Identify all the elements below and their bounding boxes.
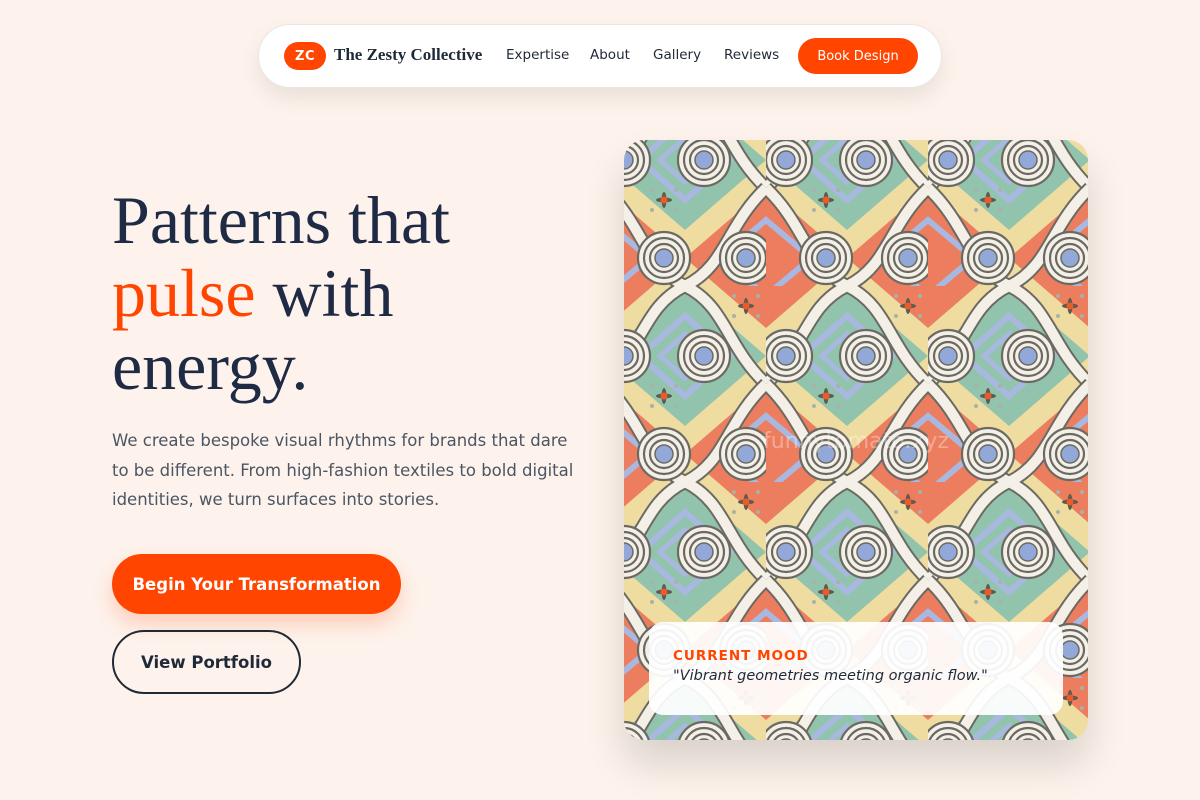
nav-link-gallery[interactable]: Gallery: [653, 47, 701, 63]
headline-line-3: energy.: [112, 328, 309, 404]
headline-accent-word: pulse: [112, 255, 256, 331]
headline-line-1: Patterns that: [112, 182, 451, 258]
nav-link-expertise[interactable]: Expertise: [506, 47, 569, 63]
top-navigation: ZC The Zesty Collective Expertise About …: [258, 24, 942, 88]
hero-description: We create bespoke visual rhythms for bra…: [112, 431, 574, 509]
logo-badge[interactable]: ZC: [284, 42, 326, 70]
current-mood-card: CURRENT MOOD "Vibrant geometries meeting…: [649, 622, 1063, 715]
watermark-text: funnytomato.xyz: [763, 429, 949, 454]
headline-line-2: with: [255, 255, 394, 331]
begin-transformation-button[interactable]: Begin Your Transformation: [112, 554, 401, 614]
mood-quote: "Vibrant geometries meeting organic flow…: [673, 668, 988, 684]
view-portfolio-button[interactable]: View Portfolio: [112, 630, 301, 694]
hero-headline: Patterns that pulse with energy.: [112, 184, 582, 403]
brand-name[interactable]: The Zesty Collective: [334, 45, 482, 65]
mood-label: CURRENT MOOD: [673, 648, 809, 664]
nav-link-about[interactable]: About: [590, 47, 630, 63]
book-design-button[interactable]: Book Design: [798, 38, 918, 74]
nav-link-reviews[interactable]: Reviews: [724, 47, 779, 63]
